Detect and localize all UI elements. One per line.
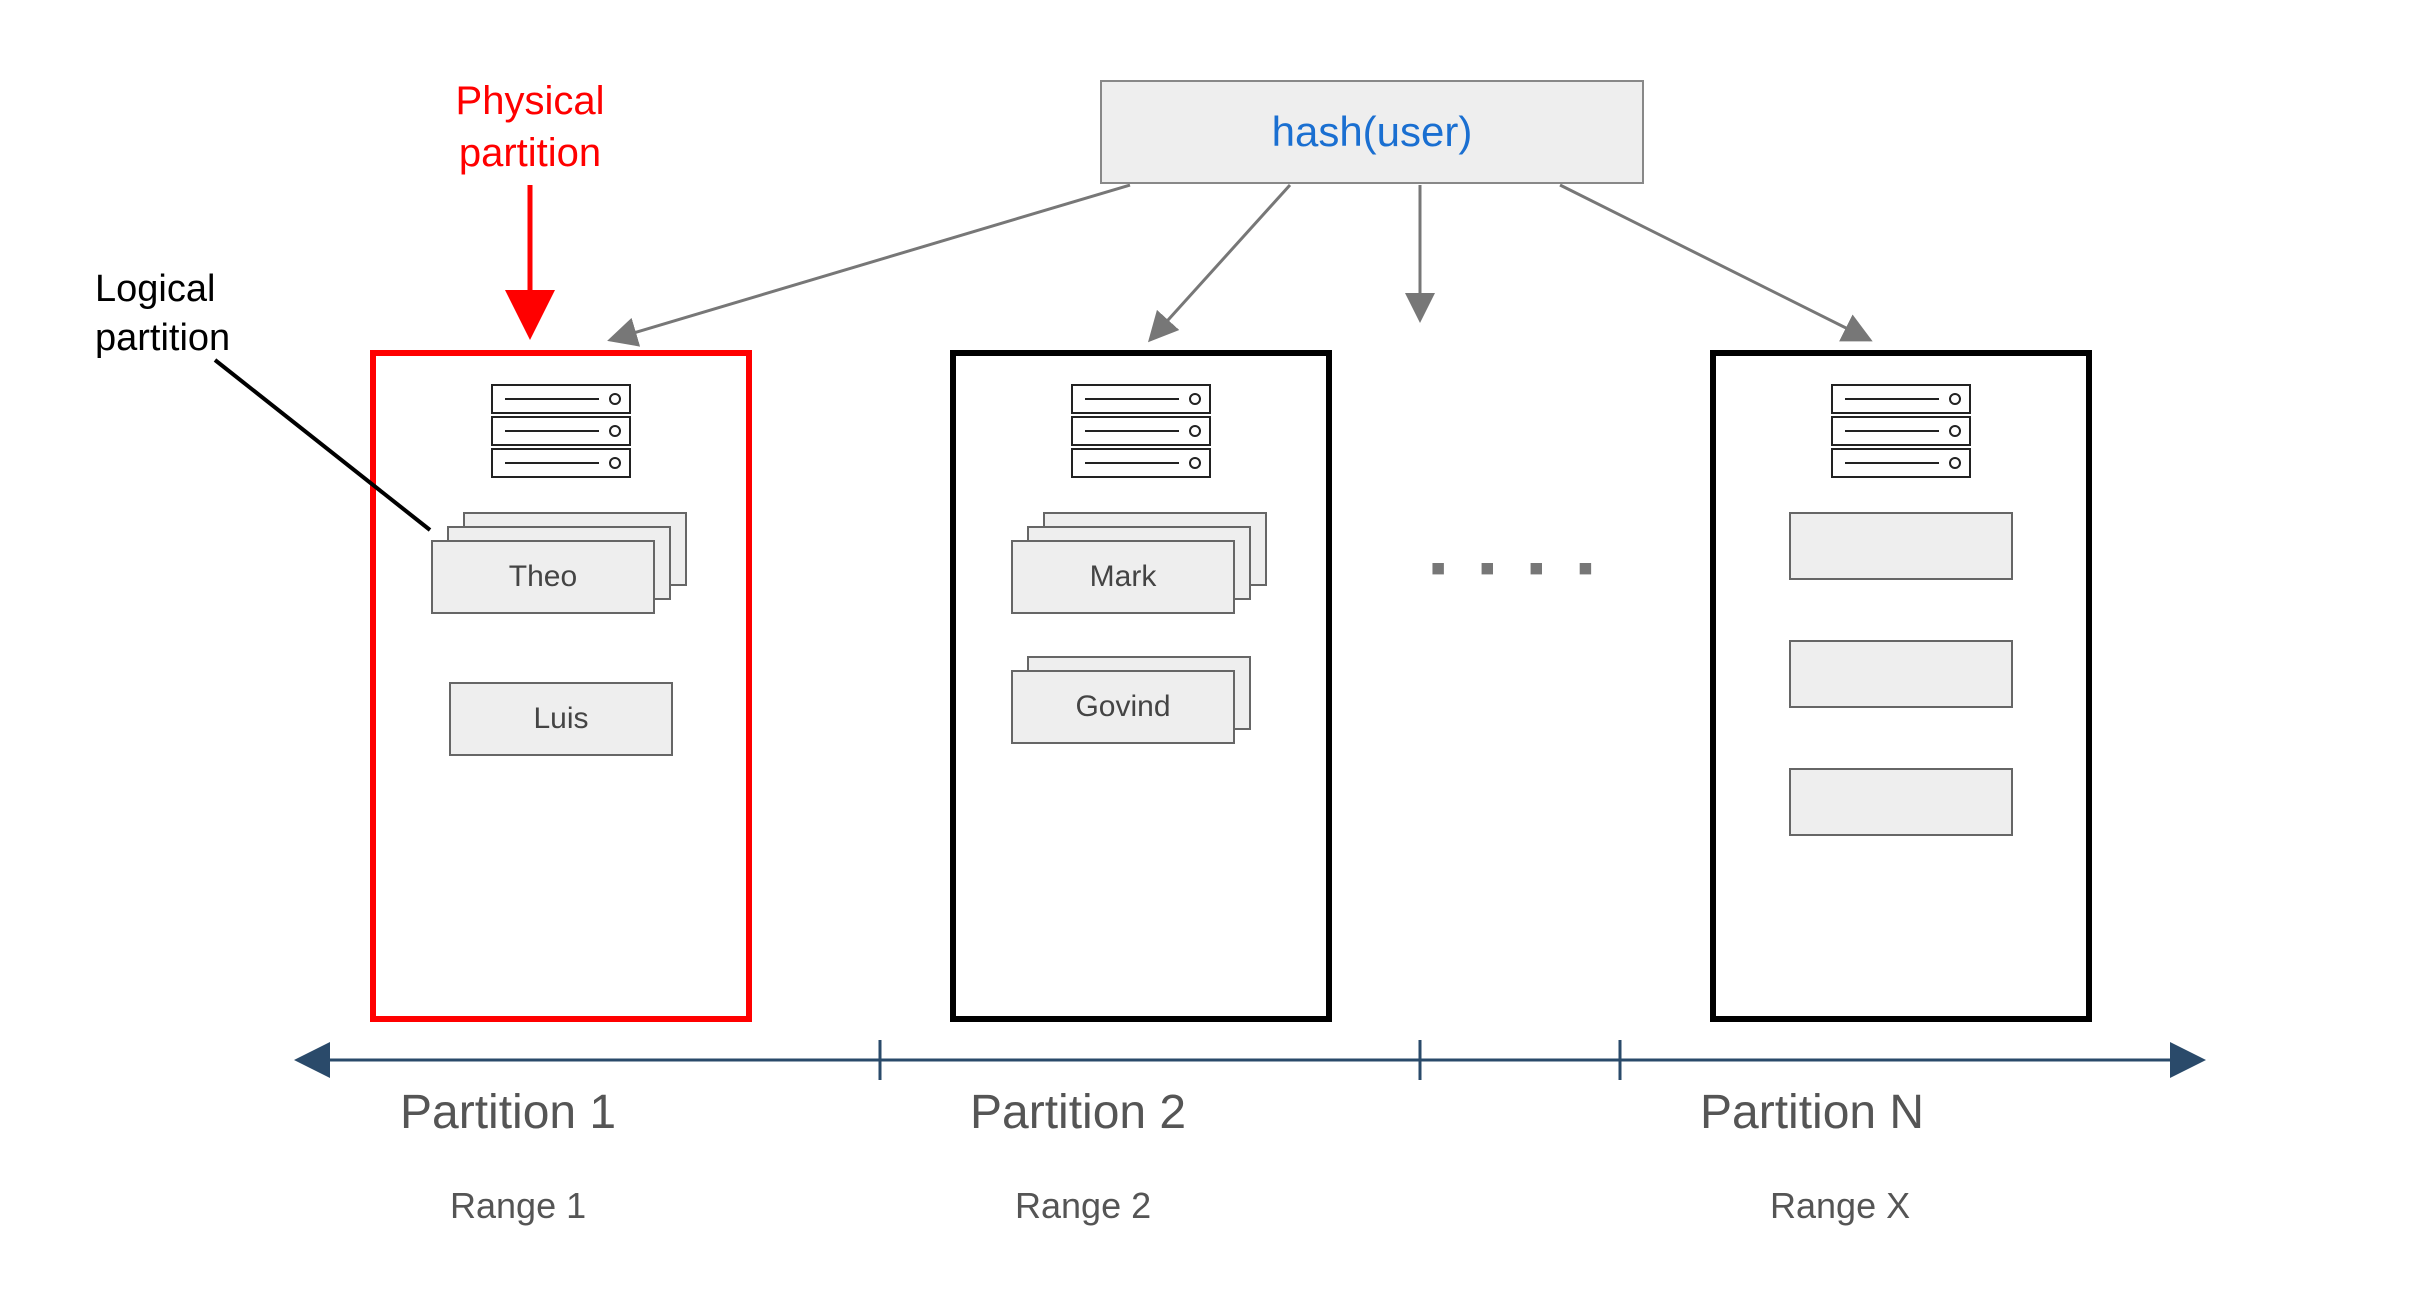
logical-partition-label: Mark	[1090, 560, 1157, 594]
logical-partition-empty	[1789, 512, 2013, 580]
logical-partition-empty	[1789, 768, 2013, 836]
logical-partition-label: Govind	[1075, 690, 1170, 724]
diagram-canvas: hash(user) Physical partition Logical pa…	[0, 0, 2418, 1316]
server-icon	[1071, 384, 1211, 472]
range-label-1: Range 1	[450, 1185, 586, 1227]
range-label-n: Range X	[1770, 1185, 1910, 1227]
range-label-2: Range 2	[1015, 1185, 1151, 1227]
logical-partition-text: Logical partition	[95, 268, 230, 359]
server-icon	[1831, 384, 1971, 472]
partition-title-1: Partition 1	[400, 1085, 616, 1140]
logical-partition-mark: Mark	[1011, 512, 1271, 612]
logical-partition-luis: Luis	[449, 682, 673, 756]
partition-title-n: Partition N	[1700, 1085, 1924, 1140]
partition-title-2: Partition 2	[970, 1085, 1186, 1140]
ellipsis: ▪ ▪ ▪ ▪	[1430, 540, 1604, 594]
physical-partition-2: Mark Govind	[950, 350, 1332, 1022]
logical-partition-govind: Govind	[1011, 642, 1271, 742]
physical-partition-text: Physical partition	[456, 79, 605, 175]
logical-partition-empty	[1789, 640, 2013, 708]
physical-partition-annotation: Physical partition	[380, 75, 680, 179]
logical-partition-theo: Theo	[431, 512, 691, 612]
logical-partition-label: Theo	[509, 560, 577, 594]
hash-label: hash(user)	[1272, 108, 1473, 156]
hash-function-box: hash(user)	[1100, 80, 1644, 184]
logical-partition-annotation: Logical partition	[95, 265, 355, 364]
physical-partition-n	[1710, 350, 2092, 1022]
server-icon	[491, 384, 631, 472]
physical-partition-1: Theo Luis	[370, 350, 752, 1022]
logical-partition-label: Luis	[533, 702, 588, 736]
